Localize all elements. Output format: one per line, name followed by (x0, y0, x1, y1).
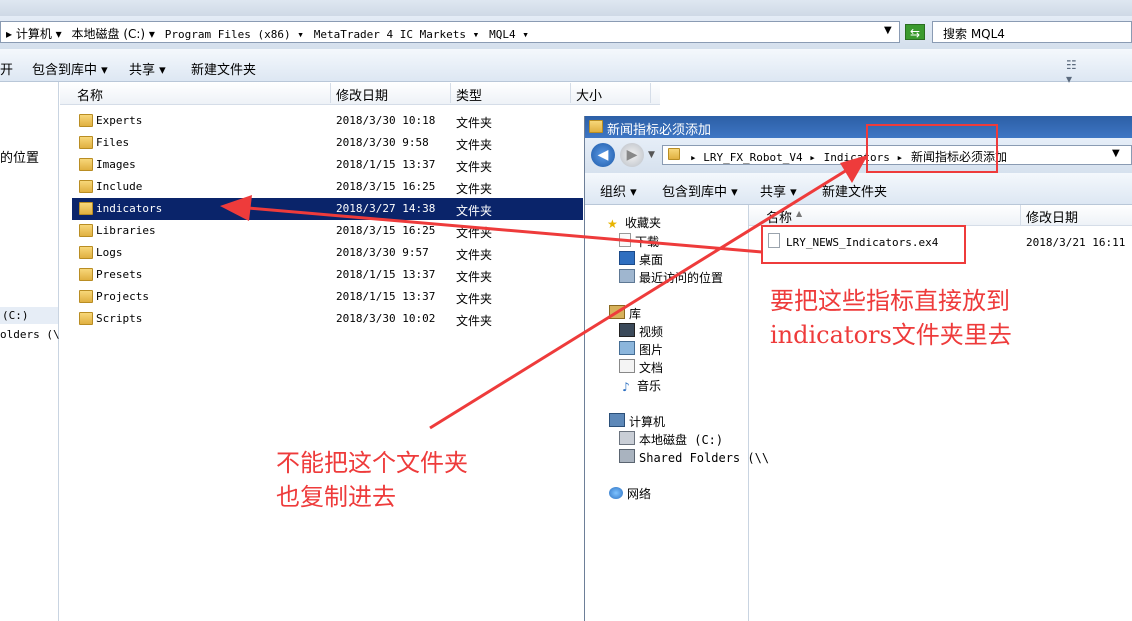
annotation-note-1-line2: indicators文件夹里去 (770, 321, 1012, 349)
annotation-note-1: 要把这些指标直接放到 indicators文件夹里去 (770, 284, 1012, 352)
arrow-head-to-indicators (220, 195, 252, 221)
arrow-line-to-indicators (247, 206, 763, 254)
annotation-note-2-line1: 不能把这个文件夹 (276, 449, 468, 477)
annotation-note-1-line1: 要把这些指标直接放到 (770, 287, 1010, 315)
annotation-note-2-line2: 也复制进去 (276, 483, 396, 511)
annotation-note-2: 不能把这个文件夹 也复制进去 (276, 446, 468, 514)
arrow-head-to-folder (840, 155, 868, 183)
